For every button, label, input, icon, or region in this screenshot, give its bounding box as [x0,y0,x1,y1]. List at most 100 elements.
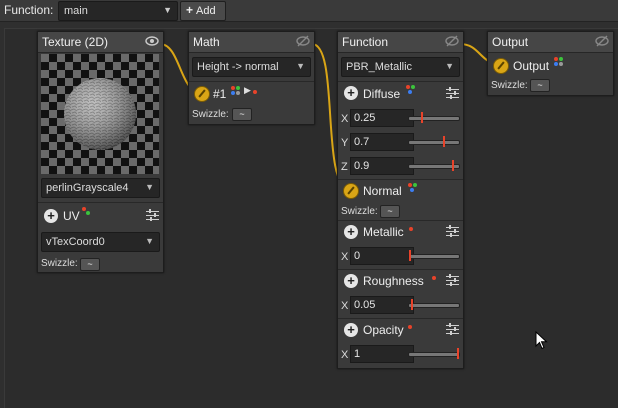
math-input-label: #1 [213,87,227,101]
divider [338,220,463,221]
chevron-down-icon: ▼ [445,61,454,71]
sliders-icon[interactable] [446,323,459,335]
math-node-title: Math [193,35,220,49]
play-icon: ▶ [244,85,251,95]
math-node[interactable]: Math Height -> normal ▼ #1 ▶ Swizzle: ~ [188,31,315,125]
roughness-value: 0.05 [354,299,376,311]
swizzle-label: Swizzle: [491,80,528,91]
channel-dot-icon [432,276,436,280]
chevron-down-icon: ▼ [145,182,154,192]
output-input-label: Output [513,59,550,73]
diffuse-y-value: 0.7 [354,136,370,148]
diffuse-x-handle[interactable] [421,112,423,123]
divider [338,179,463,180]
channel-dots-icon [554,57,564,67]
axis-x-label: X [341,113,349,125]
texture-select[interactable]: perlinGrayscale4 ▼ [41,178,160,198]
normal-label: Normal [363,184,402,198]
swizzle-button[interactable]: ~ [380,205,400,218]
metallic-handle[interactable] [409,250,411,261]
function-select[interactable]: PBR_Metallic ▼ [341,57,460,77]
diffuse-label: Diffuse [363,87,401,101]
output-input-pin[interactable] [493,58,509,74]
texture-node[interactable]: Texture (2D) perlinGrayscale4 ▼ + UV vTe… [37,31,164,273]
diffuse-z-input[interactable]: 0.9 [350,157,414,175]
swizzle-label: Swizzle: [341,206,378,217]
roughness-input[interactable]: 0.05 [350,296,414,314]
divider [338,318,463,319]
output-node[interactable]: Output Output Swizzle: ~ [487,31,614,96]
output-node-header[interactable]: Output [488,32,613,53]
opacity-input[interactable]: 1 [350,345,414,363]
roughness-slider[interactable] [408,303,460,308]
output-node-title: Output [492,35,529,49]
uv-select[interactable]: vTexCoord0 ▼ [41,232,160,252]
eye-icon[interactable] [145,35,159,47]
opacity-label: Opacity [363,323,404,337]
diffuse-add-button[interactable]: + [344,86,358,100]
diffuse-x-value: 0.25 [354,112,376,124]
roughness-label: Roughness [363,274,424,288]
sliders-icon[interactable] [446,87,459,99]
opacity-add-button[interactable]: + [344,323,358,337]
diffuse-y-slider[interactable] [408,140,460,145]
axis-x-label: X [341,251,349,263]
swizzle-button[interactable]: ~ [530,79,550,92]
math-op-select[interactable]: Height -> normal ▼ [192,57,311,77]
channel-dot-icon [408,325,412,329]
opacity-handle[interactable] [457,348,459,359]
uv-label: UV [63,209,80,223]
channel-dots-icon [231,86,241,96]
opacity-value: 1 [354,348,361,360]
swizzle-button[interactable]: ~ [232,108,252,121]
diffuse-z-handle[interactable] [452,160,455,171]
metallic-input[interactable]: 0 [350,247,414,265]
roughness-handle[interactable] [411,299,414,310]
metallic-slider[interactable] [408,254,460,259]
texture-node-title: Texture (2D) [42,35,109,49]
chevron-down-icon: ▼ [296,61,305,71]
eye-off-icon[interactable] [595,35,609,47]
texture-node-header[interactable]: Texture (2D) [38,32,163,53]
eye-off-icon[interactable] [445,35,459,47]
function-node[interactable]: Function PBR_Metallic ▼ + Diffuse X 0.25… [337,31,464,369]
metallic-add-button[interactable]: + [344,225,358,239]
math-input-pin[interactable] [194,86,210,102]
diffuse-z-value: 0.9 [354,160,370,172]
chevron-down-icon: ▼ [145,236,154,246]
function-select-value: PBR_Metallic [346,61,413,73]
diffuse-y-input[interactable]: 0.7 [350,133,414,151]
metallic-label: Metallic [363,225,404,239]
channel-dots-icon [406,85,416,95]
axis-x-label: X [341,300,349,312]
divider [189,81,314,82]
divider [38,202,163,203]
diffuse-x-input[interactable]: 0.25 [350,109,414,127]
math-op-value: Height -> normal [197,61,279,73]
normal-input-pin[interactable] [343,183,359,199]
sliders-icon[interactable] [446,274,459,286]
swizzle-button[interactable]: ~ [80,258,100,271]
axis-y-label: Y [341,137,349,149]
sliders-icon[interactable] [146,209,159,221]
diffuse-y-handle[interactable] [442,136,445,147]
axis-x-label: X [341,349,349,361]
mouse-cursor-icon [535,331,548,350]
function-node-header[interactable]: Function [338,32,463,53]
sliders-icon[interactable] [446,225,459,237]
swizzle-label: Swizzle: [192,109,229,120]
channel-dot-icon [409,227,413,231]
divider [338,81,463,82]
texture-preview [41,54,159,174]
roughness-add-button[interactable]: + [344,274,358,288]
diffuse-x-slider[interactable] [408,116,460,121]
metallic-value: 0 [354,250,361,262]
function-node-title: Function [342,35,389,49]
divider [338,269,463,270]
opacity-slider[interactable] [408,352,460,357]
eye-off-icon[interactable] [296,35,310,47]
uv-select-value: vTexCoord0 [46,236,105,248]
channel-dots-icon [82,207,92,217]
math-node-header[interactable]: Math [189,32,314,53]
uv-add-button[interactable]: + [44,209,58,223]
